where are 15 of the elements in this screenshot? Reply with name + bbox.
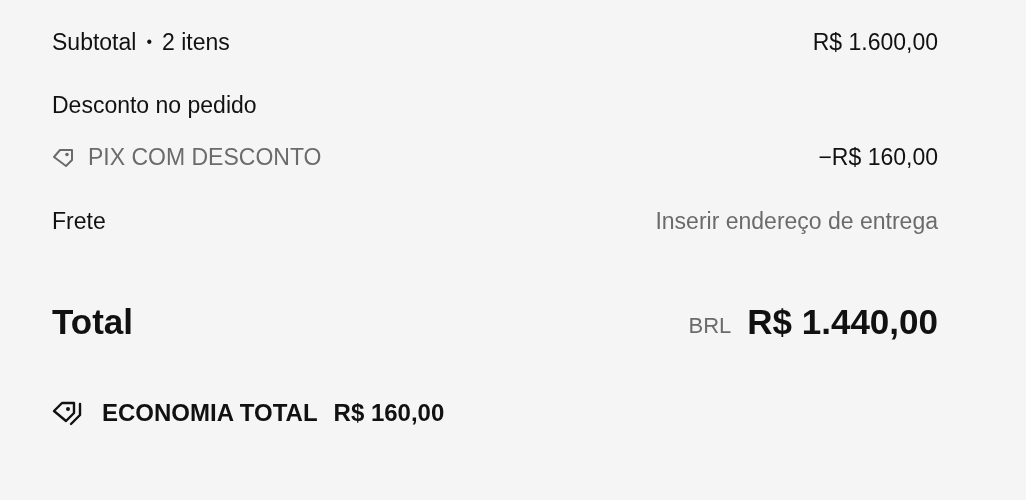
subtotal-amount: R$ 1.600,00 — [812, 28, 938, 57]
tag-icon — [52, 146, 76, 168]
shipping-label: Frete — [52, 207, 106, 236]
item-count: 2 itens — [162, 28, 230, 57]
discount-heading: Desconto no pedido — [52, 91, 257, 120]
discount-code: PIX COM DESCONTO — [88, 143, 322, 172]
total-amount: R$ 1.440,00 — [747, 302, 938, 342]
shipping-address-prompt: Inserir endereço de entrega — [655, 207, 938, 236]
discount-amount: −R$ 160,00 — [818, 143, 938, 172]
currency-code: BRL — [688, 312, 732, 340]
separator-dot: • — [146, 32, 152, 52]
total-label: Total — [52, 302, 133, 342]
subtotal-label: Subtotal — [52, 28, 137, 57]
savings-label: ECONOMIA TOTAL — [102, 398, 318, 428]
savings-amount: R$ 160,00 — [333, 398, 445, 428]
